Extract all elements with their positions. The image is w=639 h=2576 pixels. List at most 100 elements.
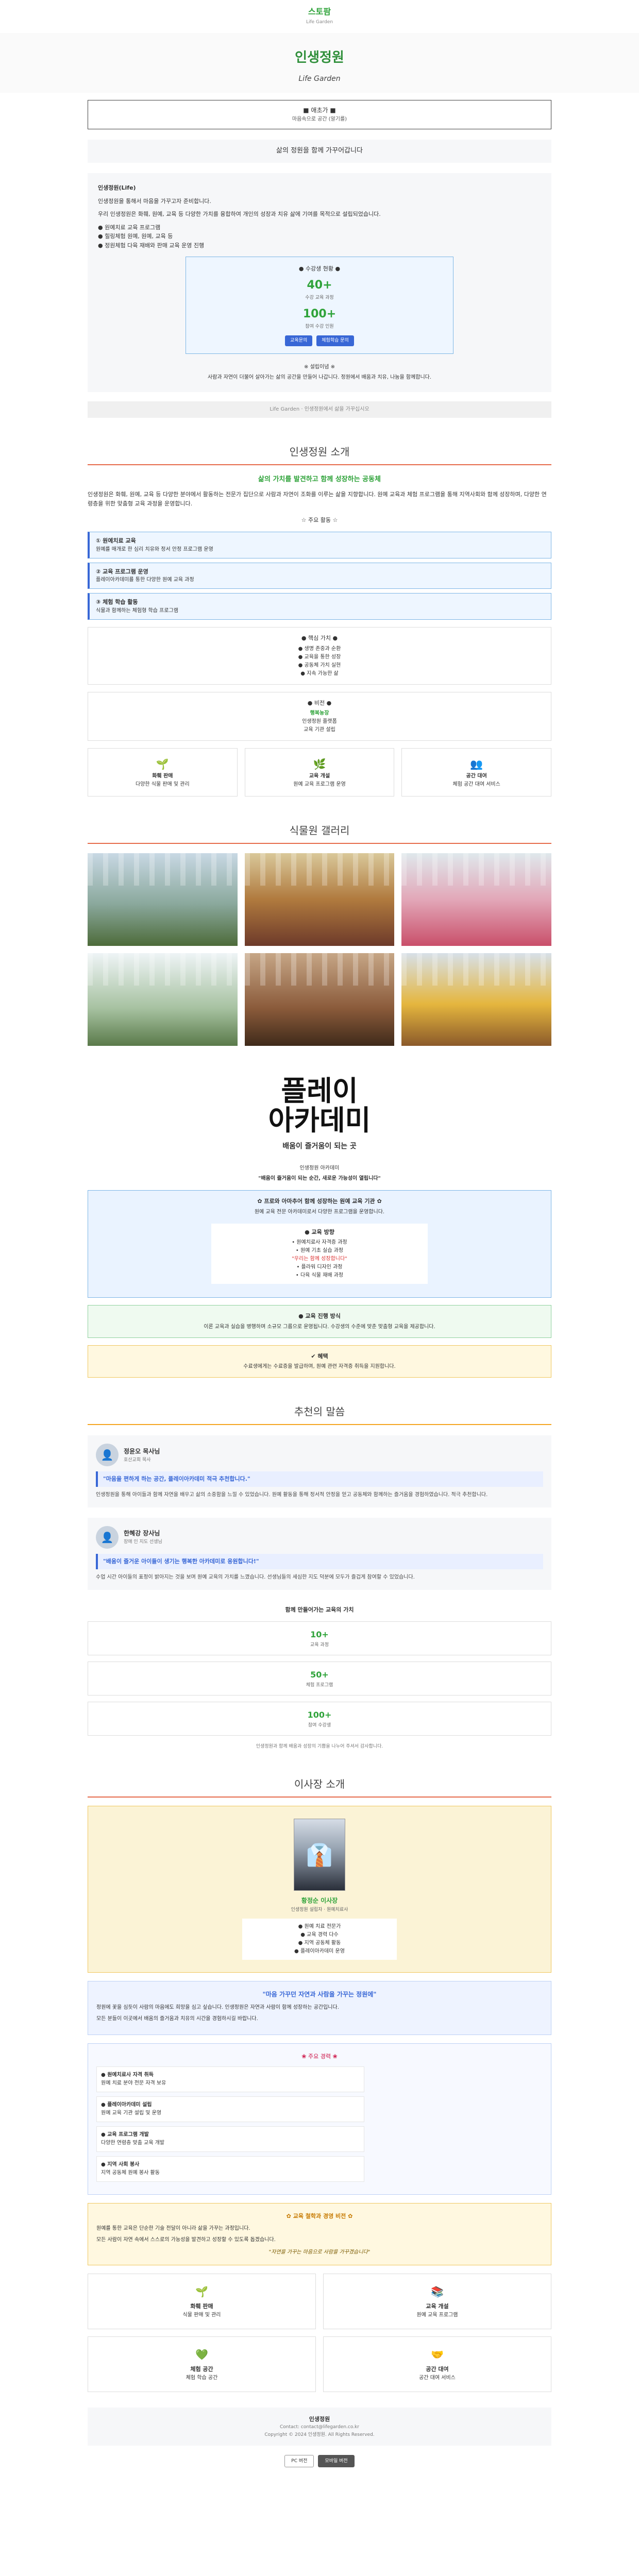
service-card[interactable]: 💚 체험 공간 체험 학습 공간 xyxy=(88,2336,316,2392)
avatar: 👤 xyxy=(96,1444,119,1467)
stat-caption: 참여 수강 인원 xyxy=(305,324,334,329)
section-divider xyxy=(88,843,551,844)
philosophy-box: ✿ 교육 철학과 경영 비전 ✿ 원예를 통한 교육은 단순한 기술 전달이 아… xyxy=(88,2202,551,2266)
academy-intro-box: ✿ 프로와 아마추어 함께 성장하는 원예 교육 기관 ✿ 원예 교육 전문 아… xyxy=(88,1190,551,1298)
activity-desc: 식물과 함께하는 체험형 학습 프로그램 xyxy=(96,608,178,614)
experience-inquiry-button[interactable]: 체험학습 문의 xyxy=(316,335,354,346)
service-card[interactable]: 🌱 화훼 판매 식물 판매 및 관리 xyxy=(88,2274,316,2330)
service-desc: 원예 교육 프로그램 xyxy=(416,2312,458,2318)
review-quote: "마음을 편하게 하는 공간, 플레이아카데미 적극 추천합니다." xyxy=(96,1471,543,1487)
gallery-photo[interactable] xyxy=(244,953,395,1046)
ceo-card: 👔 황정순 이사장 인생정원 설립자 · 원예치료사 ● 원예 치료 전문가 ●… xyxy=(88,1806,551,1973)
view-mode-buttons: PC 버전 모바일 버전 xyxy=(0,2455,639,2468)
hero-subtitle: Life Garden xyxy=(298,74,341,83)
stat-caption: 수강 교육 과정 xyxy=(305,295,334,301)
career-heading: ❀ 주요 경력 ❀ xyxy=(301,2053,338,2060)
page: 스토팜 Life Garden 인생정원 Life Garden ■ 애초가 ■… xyxy=(0,0,639,2498)
sprout-icon: 🌱 xyxy=(156,758,169,771)
career-desc: 원예 교육 기관 설립 및 운영 xyxy=(101,2110,162,2116)
gallery-photo[interactable] xyxy=(401,953,551,1046)
service-title: 공간 대여 xyxy=(426,2366,449,2373)
career-item: ● 교육 프로그램 개발 다양한 연령층 맞춤 교육 개발 xyxy=(96,2126,364,2152)
top-bar: 스토팜 Life Garden xyxy=(0,0,639,33)
founding-quote-title: ※ 설립이념 ※ xyxy=(304,364,335,370)
benefits-box: ✔ 혜택 수료생에게는 수료증을 발급하며, 원예 관련 자격증 취득을 지원합… xyxy=(88,1345,551,1378)
activity-bar: ③ 체험 학습 활동 식물과 함께하는 체험형 학습 프로그램 xyxy=(88,593,551,620)
list-item: ● 지속 가능한 삶 xyxy=(300,670,339,676)
career-title: ● 플레이아카데미 설립 xyxy=(101,2102,152,2108)
career-desc: 지역 공동체 원예 봉사 활동 xyxy=(101,2170,160,2176)
list-item: • 원예 기초 실습 과정 xyxy=(295,1248,344,1254)
list-item: ● 생명 존중과 순환 xyxy=(298,646,341,652)
avatar: 👤 xyxy=(96,1526,119,1549)
gallery-photo[interactable] xyxy=(88,953,238,1046)
list-item: ● 교육 경력 다수 xyxy=(300,1932,339,1938)
service-desc: 공간 대여 서비스 xyxy=(419,2375,456,2381)
stat-caption: 체험 프로그램 xyxy=(306,1682,333,1688)
review-body: 인생정원을 통해 아이들과 함께 자연을 배우고 삶의 소중함을 느낄 수 있었… xyxy=(96,1492,488,1498)
stat-card: 10+ 교육 과정 xyxy=(88,1621,551,1656)
reviewer-name: 정윤오 목사님 xyxy=(124,1447,160,1455)
philosophy-quote: "자연을 가꾸는 마음으로 사람을 가꾸겠습니다" xyxy=(268,2249,371,2256)
footer-title: 인생정원 xyxy=(309,2415,330,2422)
activity-bar: ② 교육 프로그램 운영 플레이아카데미를 통한 다양한 원예 교육 과정 xyxy=(88,562,551,589)
gallery-photo[interactable] xyxy=(401,853,551,946)
stats-heading: 함께 만들어가는 교육의 가치 xyxy=(285,1606,354,1613)
site-logo[interactable]: 스토팜 xyxy=(0,5,639,19)
list-item: 인생정원 플랫폼 xyxy=(302,719,337,725)
logo-subtitle: Life Garden xyxy=(306,19,333,25)
education-method-box: ● 교육 진행 방식 이론 교육과 실습을 병행하며 소규모 그룹으로 운영됩니… xyxy=(88,1305,551,1338)
education-direction-box: ● 교육 방향 • 원예치료사 자격증 과정 • 원예 기초 실습 과정 "우리… xyxy=(211,1223,428,1284)
ceo-photo: 👔 xyxy=(294,1819,345,1891)
founding-quote: 사람과 자연이 더불어 살아가는 삶의 공간을 만들어 나갑니다. 정원에서 배… xyxy=(207,374,432,380)
ceo-message-paragraph: 모든 분들이 이곳에서 배움의 즐거움과 치유의 시간을 경험하시길 바랍니다. xyxy=(96,2016,258,2022)
footer-copyright: Copyright © 2024 인생정원. All Rights Reserv… xyxy=(264,2432,375,2437)
notice-title: ■ 애초가 ■ xyxy=(303,106,336,114)
stat-label: ● 수강생 현황 ● xyxy=(298,265,341,272)
vision-box: ● 비전 ● 행복농장 인생정원 플랫폼 교육 기관 설립 xyxy=(88,691,551,741)
service-card[interactable]: 👥 공간 대여 체험 공간 대여 서비스 xyxy=(401,748,552,797)
activity-title: ① 원예치료 교육 xyxy=(96,537,136,545)
pc-version-button[interactable]: PC 버전 xyxy=(284,2455,314,2468)
service-card[interactable]: 🌱 화훼 판매 다양한 식물 판매 및 관리 xyxy=(88,748,238,797)
career-box: ❀ 주요 경력 ❀ ● 원예치료사 자격 취득 원예 치료 분야 전문 자격 보유… xyxy=(88,2043,551,2195)
career-desc: 다양한 연령층 맞춤 교육 개발 xyxy=(101,2140,165,2146)
handshake-icon: 🤝 xyxy=(431,2348,444,2361)
ceo-message-paragraph: 정원에 꽃을 심듯이 사람의 마음에도 희망을 심고 싶습니다. 인생정원은 자… xyxy=(96,2005,339,2011)
section-title-reviews: 추천의 말씀 xyxy=(294,1405,345,1418)
stat-card: 100+ 참여 수강생 xyxy=(88,1702,551,1736)
education-method-text: 이론 교육과 실습을 병행하며 소규모 그룹으로 운영됩니다. 수강생의 수준에… xyxy=(204,1324,435,1330)
section-divider xyxy=(88,1797,551,1798)
section-title-ceo: 이사장 소개 xyxy=(294,1778,345,1791)
notice-box: ■ 애초가 ■ 마음속으로 공간 (알기를) xyxy=(88,99,551,130)
service-card[interactable]: 🌿 교육 개설 원예 교육 프로그램 운영 xyxy=(244,748,395,797)
reviewer-role: 호산교회 목사 xyxy=(124,1457,151,1463)
service-desc: 식물 판매 및 관리 xyxy=(182,2312,221,2318)
people-icon: 👥 xyxy=(470,758,483,771)
inquiry-button[interactable]: 교육문의 xyxy=(285,335,313,346)
service-card[interactable]: 📚 교육 개설 원예 교육 프로그램 xyxy=(323,2274,551,2330)
academy-banner: 플레이 아카데미 배움이 즐거움이 되는 곳 인생정원 아카데미 "배움이 즐거… xyxy=(88,1077,551,1183)
section-divider xyxy=(88,464,551,465)
gallery-photo[interactable] xyxy=(244,853,395,946)
core-values-heading: ● 핵심 가치 ● xyxy=(301,635,338,642)
ceo-message-heading: "마음 가꾸던 자연과 사람을 가꾸는 정원에" xyxy=(262,1991,377,1998)
service-card[interactable]: 🤝 공간 대여 공간 대여 서비스 xyxy=(323,2336,551,2392)
mobile-version-button[interactable]: 모바일 버전 xyxy=(318,2455,355,2468)
service-desc: 원예 교육 프로그램 운영 xyxy=(293,782,346,788)
gallery-photo[interactable] xyxy=(88,853,238,946)
list-item: ● 원예 치료 전문가 xyxy=(298,1924,341,1930)
service-title: 체험 공간 xyxy=(190,2366,213,2373)
list-item: 행복농장 xyxy=(310,710,329,717)
footer-contact[interactable]: Contact: contact@lifegarden.co.kr xyxy=(88,2424,551,2431)
reviewer-role: 장애 인 지도 선생님 xyxy=(124,1539,162,1545)
review-quote: "배움이 즐거운 아이들이 생기는 행복한 아카데미로 응원합니다!" xyxy=(96,1553,543,1569)
service-desc: 다양한 식물 판매 및 관리 xyxy=(135,782,190,788)
intro-p1-title: 인생정원(Life) xyxy=(98,184,136,191)
bottom-service-grid: 🌱 화훼 판매 식물 판매 및 관리 📚 교육 개설 원예 교육 프로그램 💚 … xyxy=(88,2274,551,2392)
academy-title: 플레이 xyxy=(281,1075,358,1108)
hero-title: 인생정원 xyxy=(295,50,344,65)
books-icon: 📚 xyxy=(431,2285,444,2298)
list-item: ● 교육을 통한 성장 xyxy=(298,654,341,660)
career-desc: 원예 치료 분야 전문 자격 보유 xyxy=(101,2080,166,2086)
